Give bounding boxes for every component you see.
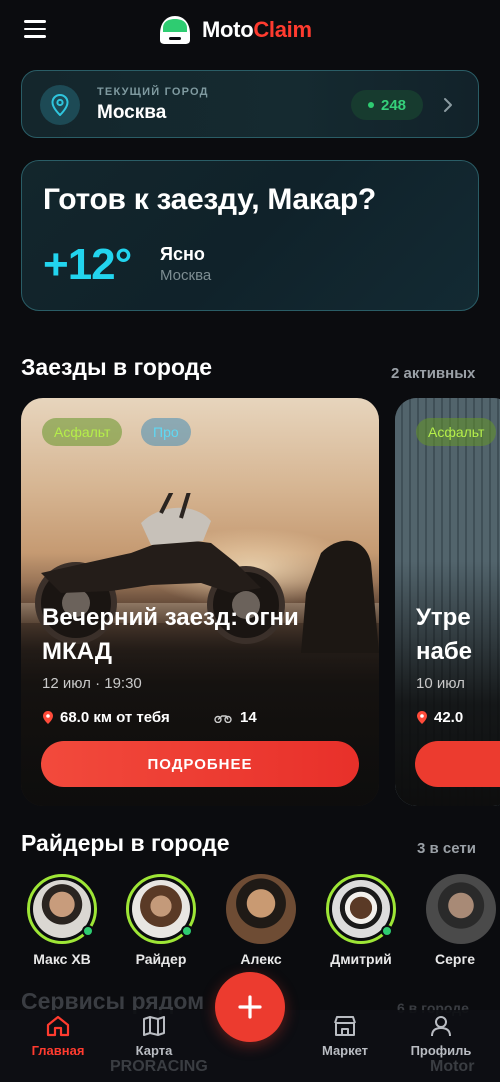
helmet-icon (160, 16, 190, 44)
distance-text: 68.0 км от тебя (60, 709, 170, 726)
nav-map[interactable]: Карта (109, 1014, 199, 1058)
ride-title: Утре набе (416, 604, 473, 665)
nav-label: Главная (31, 1043, 85, 1058)
app-logo: MotoClaim (157, 14, 312, 46)
rider-name: Райдер (135, 951, 187, 967)
greeting-title: Готов к заезду, Макар? (43, 183, 376, 216)
rider-item[interactable]: Алекс (221, 874, 301, 967)
rider-name: Серге (435, 951, 476, 967)
location-pin-icon (40, 85, 80, 125)
current-city-card[interactable]: ТЕКУЩИЙ ГОРОД Москва 248 (21, 70, 479, 138)
nav-market[interactable]: Маркет (300, 1014, 390, 1058)
pin-icon (417, 711, 427, 724)
tag-chip: Асфальт (416, 418, 497, 446)
logo-text-claim: Claim (253, 17, 312, 42)
logo-text-moto: Moto (202, 17, 254, 42)
ride-card[interactable]: Асфальт Утре набе 10 июл 42.0 (395, 398, 500, 806)
weather-condition: Ясно (160, 244, 205, 264)
rides-section-title: Заезды в городе (21, 354, 213, 380)
home-icon (46, 1015, 70, 1037)
app-header: MotoClaim (0, 0, 500, 62)
online-status-icon (381, 925, 393, 937)
menu-icon[interactable] (24, 20, 46, 38)
ride-date: 10 июл (416, 675, 465, 692)
rider-name: Алекс (240, 951, 282, 967)
ride-riders: 14 (214, 709, 257, 726)
online-count-badge: 248 (351, 90, 423, 120)
rider-item[interactable]: Макс ХВ (22, 874, 102, 967)
add-button[interactable] (215, 972, 285, 1042)
avatar (226, 874, 296, 944)
nav-home[interactable]: Главная (13, 1014, 103, 1058)
user-icon (431, 1016, 451, 1037)
avatar (27, 874, 97, 944)
plus-icon (238, 995, 262, 1019)
ride-title: Вечерний заезд: огни МКАД (42, 604, 299, 665)
service-name: Motor (430, 1058, 475, 1075)
nav-label: Профиль (410, 1043, 472, 1058)
nav-label: Маркет (321, 1043, 369, 1058)
riders-section-title: Райдеры в городе (21, 830, 230, 856)
map-icon (143, 1016, 165, 1036)
rider-item[interactable]: Райдер (121, 874, 201, 967)
ride-card[interactable]: Асфальт Про Вечерний заезд: огни МКАД 12… (21, 398, 379, 806)
ride-distance: 42.0 (416, 709, 463, 726)
tag-chip: Асфальт (42, 418, 123, 446)
avatar (126, 874, 196, 944)
ride-distance: 68.0 км от тебя (42, 709, 170, 726)
details-button[interactable] (415, 741, 500, 787)
tag-chip: Про (141, 418, 191, 446)
details-button[interactable]: ПОДРОБНЕЕ (41, 741, 359, 787)
riders-count: 14 (240, 709, 257, 726)
service-name: PRORACING (110, 1058, 208, 1075)
temperature: +12° (43, 240, 132, 289)
online-count: 248 (380, 96, 407, 114)
avatar (426, 874, 496, 944)
chevron-right-icon (444, 98, 452, 112)
weather-card: Готов к заезду, Макар? +12° Ясно Москва (21, 160, 479, 311)
rider-name: Макс ХВ (33, 951, 91, 967)
rider-name: Дмитрий (330, 951, 392, 967)
motorcycle-icon (214, 714, 232, 723)
city-label: ТЕКУЩИЙ ГОРОД (97, 86, 209, 98)
online-status-icon (82, 925, 94, 937)
ride-date: 12 июл · 19:30 (42, 675, 142, 692)
riders-section-meta: 3 в сети (417, 840, 476, 857)
online-status-icon (181, 925, 193, 937)
online-dot-icon (367, 102, 374, 108)
avatar (326, 874, 396, 944)
weather-city: Москва (160, 267, 212, 284)
rider-item[interactable]: Серге (421, 874, 500, 967)
pin-icon (43, 711, 53, 724)
rider-item[interactable]: Дмитрий (321, 874, 401, 967)
nav-profile[interactable]: Профиль (396, 1014, 486, 1058)
nav-label: Карта (135, 1043, 173, 1058)
rides-section-meta: 2 активных (391, 365, 476, 382)
store-icon (334, 1016, 356, 1036)
distance-text: 42.0 (434, 709, 464, 726)
city-name: Москва (97, 102, 167, 123)
